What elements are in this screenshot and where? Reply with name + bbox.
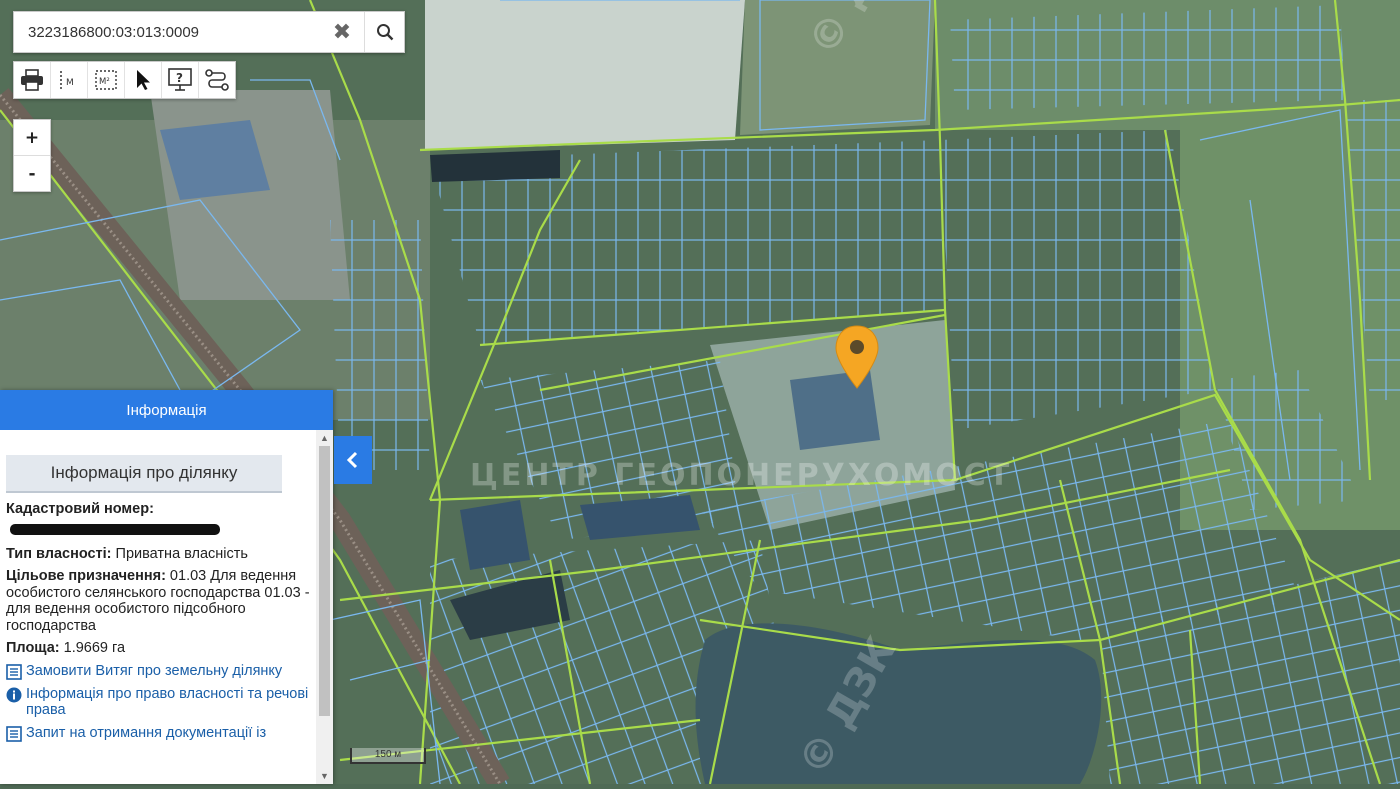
- panel-header: Інформація: [0, 390, 333, 430]
- info-panel: Інформація Інформація про ділянку Кадаст…: [0, 390, 333, 784]
- parcel-info-title: Інформація про ділянку: [6, 455, 282, 493]
- clear-search-button[interactable]: ✖: [322, 12, 362, 52]
- search-box: ✖: [13, 11, 405, 53]
- ownership-rights-link-text[interactable]: Інформація про право власності та речові…: [26, 686, 310, 719]
- map-scale: 150 м: [350, 748, 426, 764]
- order-extract-link-text[interactable]: Замовити Витяг про земельну ділянку: [26, 663, 282, 680]
- panel-body: Інформація про ділянку Кадастровий номер…: [0, 430, 316, 784]
- info-query-button[interactable]: ?: [162, 62, 199, 98]
- panel-scrollbar[interactable]: ▲ ▼: [316, 430, 333, 784]
- info-query-icon: ?: [168, 68, 192, 91]
- ownership-rights-link[interactable]: Інформація про право власності та речові…: [6, 686, 310, 719]
- scroll-thumb[interactable]: [319, 446, 330, 716]
- scroll-down-icon[interactable]: ▼: [316, 768, 333, 784]
- measure-area-icon: M²: [95, 70, 117, 90]
- document-list-icon: [6, 725, 22, 742]
- order-extract-link[interactable]: Замовити Витяг про земельну ділянку: [6, 663, 310, 680]
- map-toolbar: M M² ?: [13, 61, 236, 99]
- info-query-label: ?: [176, 71, 183, 85]
- measure-area-label: M²: [99, 77, 110, 87]
- zoom-out-button[interactable]: -: [14, 155, 50, 191]
- measure-length-label: M: [66, 78, 74, 88]
- cadastral-number-label: Кадастровий номер:: [6, 501, 154, 517]
- print-button[interactable]: [14, 62, 51, 98]
- route-icon: [205, 69, 229, 91]
- ownership-row: Тип власності: Приватна власність: [6, 546, 310, 563]
- search-icon: [377, 24, 394, 41]
- ownership-value: Приватна власність: [111, 545, 248, 562]
- search-input[interactable]: [14, 12, 319, 52]
- select-pointer-button[interactable]: [125, 62, 162, 98]
- zoom-in-button[interactable]: +: [14, 120, 50, 155]
- measure-length-button[interactable]: M: [51, 62, 88, 98]
- select-pointer-icon: [137, 70, 150, 90]
- area-label: Площа:: [6, 640, 60, 656]
- close-icon: ✖: [332, 19, 352, 44]
- collapse-panel-button[interactable]: [334, 436, 372, 484]
- ownership-label: Тип власності:: [6, 545, 112, 562]
- measure-length-icon: M: [60, 71, 74, 89]
- measure-area-button[interactable]: M²: [88, 62, 125, 98]
- print-icon: [21, 69, 43, 91]
- redacted-cadastral-number: [10, 523, 220, 535]
- document-list-icon: [6, 663, 22, 680]
- documentation-request-link[interactable]: Запит на отримання документації із: [6, 725, 310, 742]
- scroll-up-icon[interactable]: ▲: [316, 430, 333, 446]
- sand-quarry: [425, 0, 745, 150]
- purpose-row: Цільове призначення: 01.03 Для ведення о…: [6, 568, 310, 634]
- area-value: 1.9669 га: [59, 640, 126, 656]
- documentation-request-link-text[interactable]: Запит на отримання документації із: [26, 725, 266, 742]
- chevron-left-icon: [346, 451, 358, 469]
- purpose-label: Цільове призначення:: [6, 568, 166, 584]
- zoom-control: + -: [13, 119, 51, 192]
- area-row: Площа: 1.9669 га: [6, 640, 310, 657]
- search-button[interactable]: [364, 12, 405, 52]
- pond: [430, 150, 560, 182]
- info-icon: [6, 687, 22, 702]
- parcel-info-content: Кадастровий номер: Тип власності: Приват…: [0, 493, 316, 742]
- route-button[interactable]: [199, 62, 235, 98]
